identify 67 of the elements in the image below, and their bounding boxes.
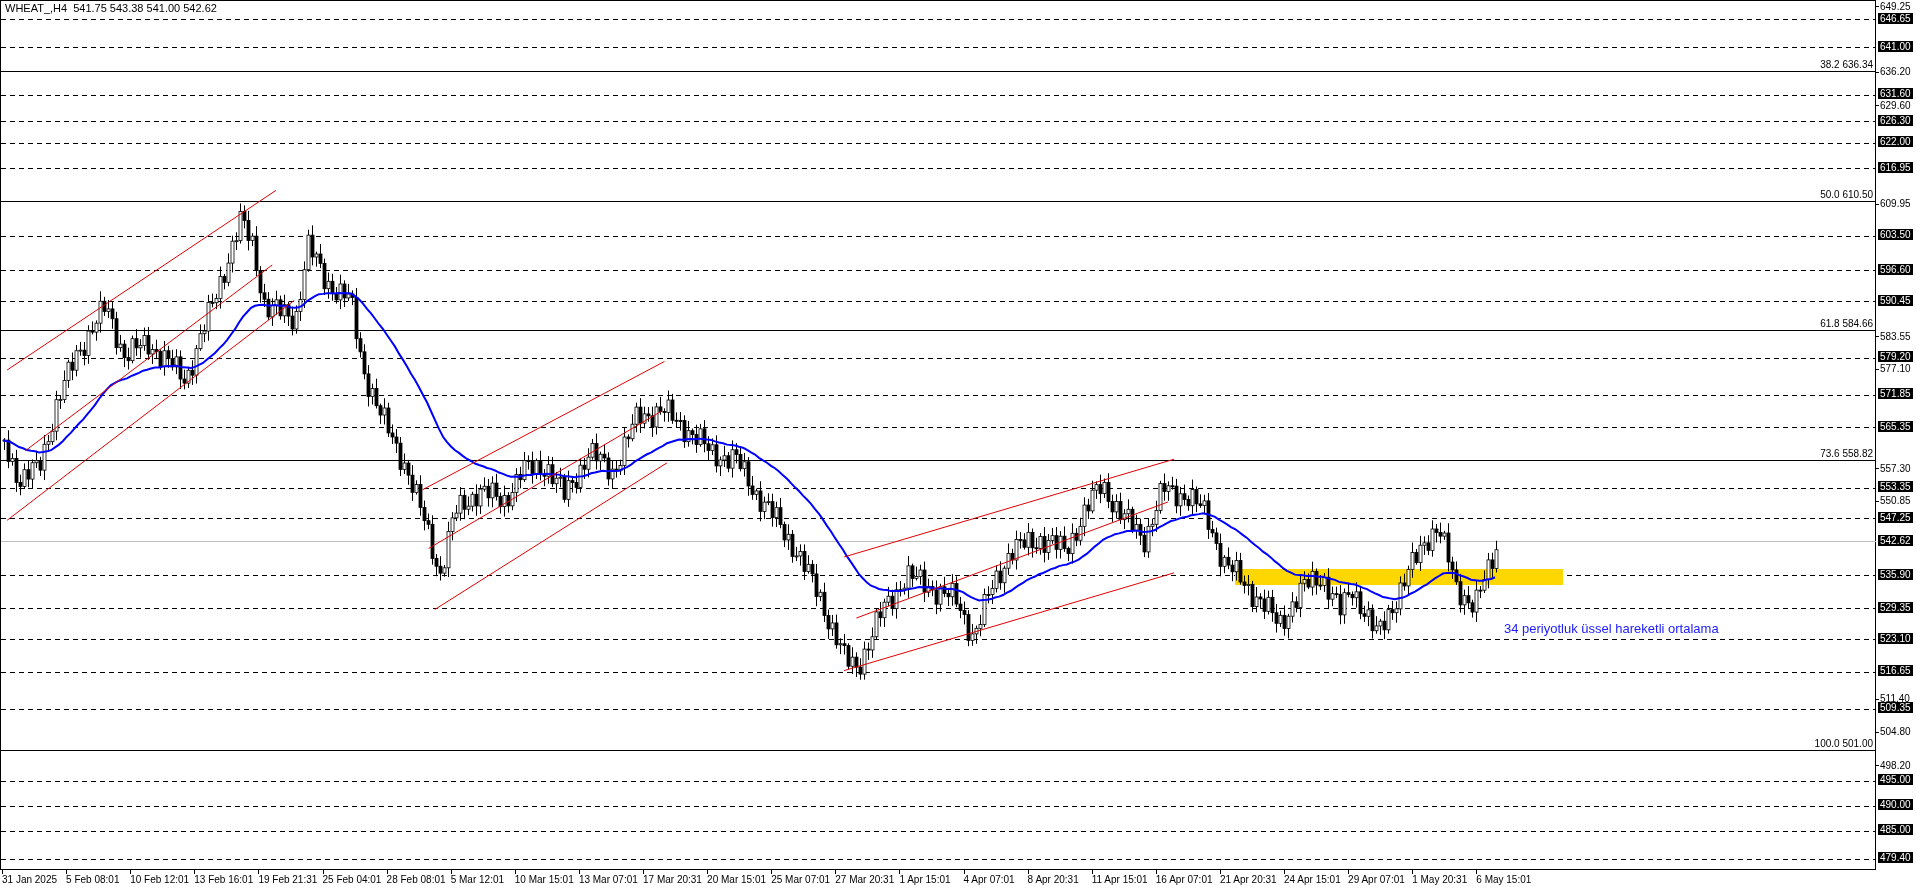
price-tag: 626.30 (1878, 114, 1913, 126)
price-label: 636.20 (1880, 67, 1911, 78)
price-tag: 535.90 (1878, 568, 1913, 580)
time-label: 1 May 20:31 (1412, 874, 1468, 886)
time-label: 17 Mar 20:31 (643, 874, 702, 886)
symbol-label: WHEAT_,H4 (5, 2, 68, 15)
price-tag: 590.45 (1878, 294, 1913, 306)
time-label: 25 Mar 07:01 (771, 874, 831, 886)
price-tag: 495.00 (1878, 774, 1913, 786)
price-label: 583.55 (1880, 331, 1911, 342)
price-tag: 516.65 (1878, 665, 1913, 677)
price-tag: 571.85 (1878, 388, 1913, 400)
price-tag: 479.40 (1878, 852, 1913, 864)
price-label: 504.80 (1880, 727, 1911, 738)
time-label: 10 Mar 15:01 (514, 874, 574, 886)
price-tag: 641.00 (1878, 40, 1913, 52)
price-label: 649.25 (1880, 1, 1911, 12)
price-label: 629.60 (1880, 100, 1911, 111)
price-tag: 542.62 (1878, 534, 1913, 546)
time-label: 11 Apr 15:01 (1091, 874, 1148, 886)
time-label: 28 Feb 08:01 (386, 874, 446, 886)
price-label: 498.20 (1880, 760, 1911, 771)
time-label: 21 Apr 20:31 (1219, 874, 1277, 886)
fibonacci-label: 73.6 558.82 (1820, 448, 1873, 459)
fibonacci-label: 38.2 636.34 (1820, 59, 1873, 70)
fibonacci-label: 50.0 610.50 (1820, 189, 1873, 200)
price-tag: 631.60 (1878, 88, 1913, 100)
price-label: 557.30 (1880, 463, 1911, 474)
price-tag: 622.00 (1878, 136, 1913, 148)
time-label: 13 Feb 16:01 (194, 874, 254, 886)
price-tag: 547.25 (1878, 511, 1913, 523)
price-tag: 485.00 (1878, 824, 1913, 836)
time-label: 10 Feb 12:01 (130, 874, 190, 886)
price-tag: 523.10 (1878, 632, 1913, 644)
time-label: 25 Feb 04:01 (322, 874, 382, 886)
time-label: 20 Mar 15:01 (707, 874, 767, 886)
time-label: 4 Apr 07:01 (963, 874, 1015, 886)
price-tag: 565.35 (1878, 420, 1913, 432)
price-label: 550.85 (1880, 496, 1911, 507)
price-tag: 616.95 (1878, 161, 1913, 173)
price-label: 511.40 (1880, 694, 1910, 705)
price-tag: 490.00 (1878, 799, 1913, 811)
price-label: 609.95 (1880, 199, 1911, 210)
price-tag: 579.20 (1878, 351, 1913, 363)
time-label: 5 Mar 12:01 (450, 874, 505, 886)
price-tag: 646.65 (1878, 12, 1913, 24)
time-label: 1 Apr 15:01 (899, 874, 951, 886)
quote-text: 541.75 543.38 541.00 542.62 (73, 2, 217, 15)
time-label: 24 Apr 15:01 (1284, 874, 1341, 886)
time-label: 8 Apr 20:31 (1027, 874, 1079, 886)
time-label: 19 Feb 21:31 (258, 874, 318, 886)
price-label: 577.10 (1880, 364, 1911, 375)
fibonacci-label: 100.0 501.00 (1814, 738, 1873, 749)
fibonacci-label: 61.8 584.66 (1820, 318, 1873, 329)
annotation-text: 34 periyotluk üssel hareketli ortalama (1504, 621, 1719, 636)
price-tag: 603.50 (1878, 229, 1913, 241)
time-label: 31 Jan 2025 (2, 874, 58, 886)
price-tag: 553.35 (1878, 481, 1913, 493)
price-tag: 596.60 (1878, 263, 1913, 275)
time-label: 16 Apr 07:01 (1155, 874, 1213, 886)
price-tag: 529.35 (1878, 601, 1913, 613)
time-label: 27 Mar 20:31 (835, 874, 895, 886)
price-tag: 509.35 (1878, 702, 1913, 713)
time-label: 13 Mar 07:01 (578, 874, 638, 886)
time-label: 5 Feb 08:01 (66, 874, 120, 886)
time-label: 29 Apr 07:01 (1348, 874, 1405, 886)
time-label: 6 May 15:01 (1476, 874, 1532, 886)
